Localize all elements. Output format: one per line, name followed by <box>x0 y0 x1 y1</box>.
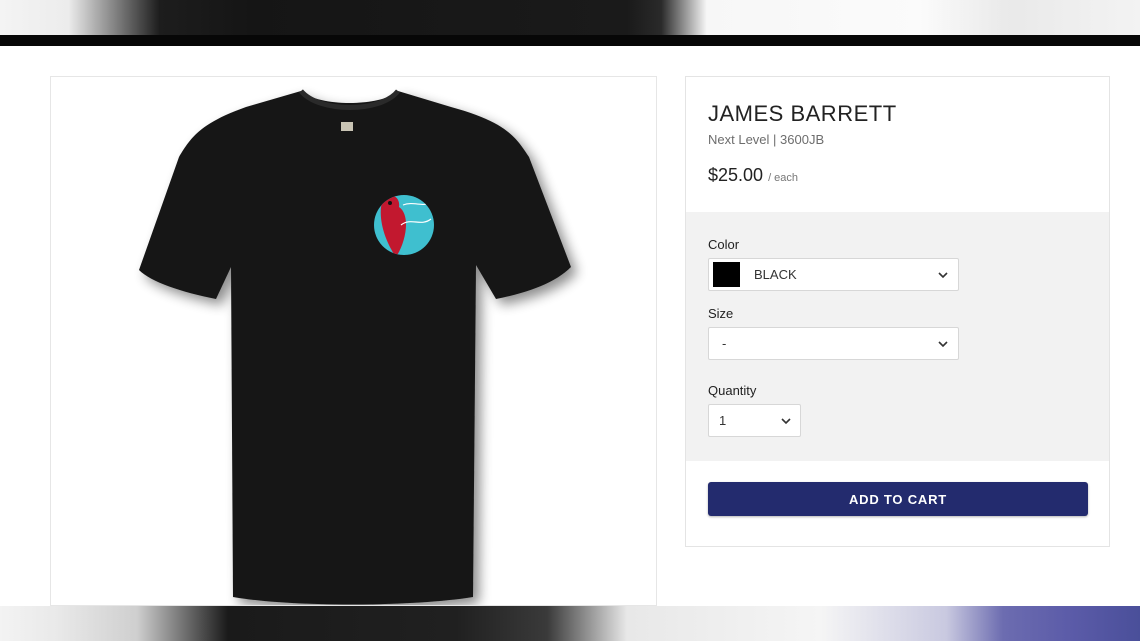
size-label: Size <box>708 306 734 321</box>
tshirt-image <box>139 89 571 605</box>
quantity-value: 1 <box>719 413 727 428</box>
color-swatch <box>713 262 740 287</box>
color-label: Color <box>708 237 740 252</box>
chevron-down-icon <box>938 341 948 348</box>
product-image-panel <box>50 76 657 606</box>
color-select[interactable]: BLACK <box>708 258 959 291</box>
price-row: $25.00 / each <box>708 165 798 186</box>
bottom-broadcast-bar <box>0 606 1140 641</box>
add-to-cart-button[interactable]: ADD TO CART <box>708 482 1088 516</box>
size-select[interactable]: - <box>708 327 959 360</box>
product-price: $25.00 <box>708 165 764 185</box>
size-value: - <box>722 336 727 351</box>
price-unit: / each <box>768 172 799 184</box>
product-subtitle: Next Level | 3600JB <box>708 132 825 147</box>
quantity-label: Quantity <box>708 383 757 398</box>
top-divider <box>0 35 1140 46</box>
options-area: Color BLACK Size - Quantity 1 <box>686 212 1109 461</box>
product-title: JAMES BARRETT <box>708 101 897 126</box>
product-details-panel: JAMES BARRETT Next Level | 3600JB $25.00… <box>685 76 1110 547</box>
color-value: BLACK <box>754 267 797 282</box>
top-broadcast-bar <box>0 0 1140 35</box>
chevron-down-icon <box>938 272 948 279</box>
chevron-down-icon <box>781 418 791 425</box>
quantity-select[interactable]: 1 <box>708 404 801 437</box>
